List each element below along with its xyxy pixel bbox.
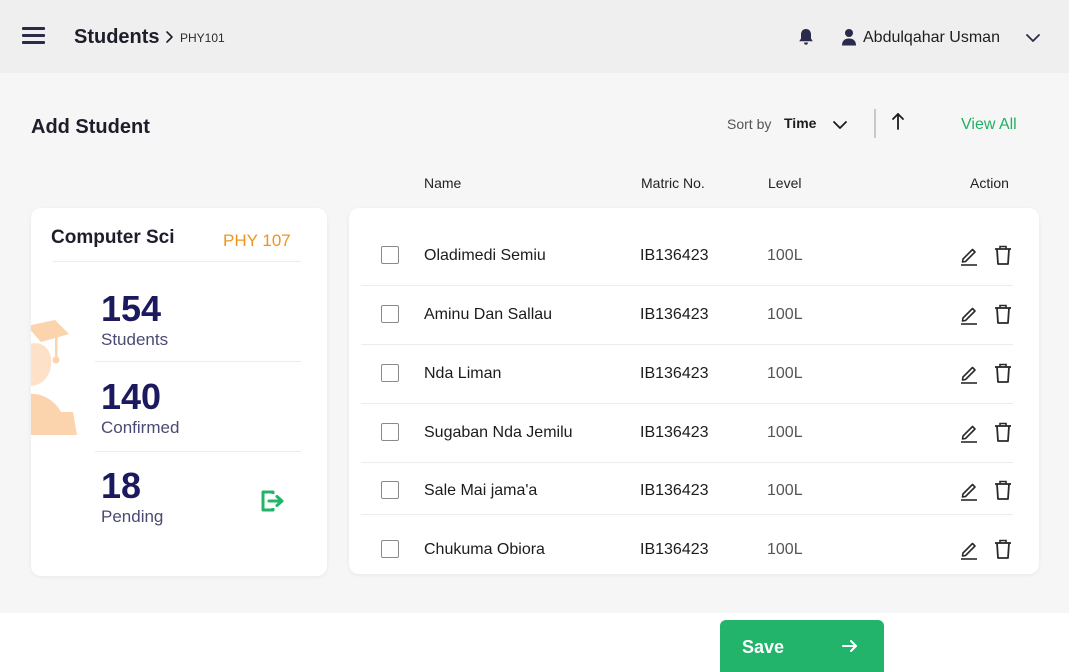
page-heading[interactable]: Students — [74, 26, 160, 49]
arrow-up-icon[interactable] — [888, 110, 908, 132]
edit-icon[interactable] — [958, 362, 980, 384]
chevron-down-icon[interactable] — [830, 117, 850, 133]
course-code: PHY 107 — [223, 231, 291, 250]
breadcrumb-course[interactable]: PHY101 — [180, 31, 225, 45]
row-checkbox[interactable] — [381, 423, 399, 441]
view-all-link[interactable]: View All — [961, 116, 1017, 134]
row-checkbox[interactable] — [381, 364, 399, 382]
page-title: Add Student — [31, 116, 150, 138]
save-button-label: Save — [742, 637, 785, 657]
student-table: Oladimedi Semiu IB136423 100L Aminu Dan … — [349, 208, 1039, 574]
matric-number: IB136423 — [640, 541, 709, 558]
matric-number: IB136423 — [640, 365, 709, 382]
divider — [53, 261, 301, 262]
divider — [361, 285, 1013, 286]
matric-number: IB136423 — [640, 482, 709, 499]
main-content: Add Student Sort by Time View All Name M… — [0, 73, 1069, 613]
column-header-matric: Matric No. — [641, 175, 705, 191]
student-level: 100L — [767, 541, 803, 558]
student-name: Chukuma Obiora — [424, 541, 545, 558]
exit-icon[interactable] — [260, 489, 286, 513]
trash-icon[interactable] — [992, 303, 1014, 325]
stat-confirmed-label: Confirmed — [101, 418, 180, 437]
chevron-right-icon — [166, 31, 173, 43]
graduate-illustration — [31, 320, 77, 435]
row-checkbox[interactable] — [381, 305, 399, 323]
edit-icon[interactable] — [958, 538, 980, 560]
student-level: 100L — [767, 247, 803, 264]
course-summary-card: Computer Sci PHY 107 154 Students 140 Co… — [31, 208, 327, 576]
row-checkbox[interactable] — [381, 246, 399, 264]
student-name: Nda Liman — [424, 365, 502, 382]
chevron-down-icon[interactable] — [1023, 30, 1043, 46]
top-bar: Students PHY101 Abdulqahar Usman — [0, 0, 1069, 73]
edit-icon[interactable] — [958, 303, 980, 325]
column-header-level: Level — [768, 175, 802, 191]
stat-pending-value: 18 — [101, 465, 142, 506]
sort-label: Sort by — [727, 116, 772, 132]
menu-icon[interactable] — [22, 27, 45, 45]
trash-icon[interactable] — [992, 362, 1014, 384]
student-level: 100L — [767, 424, 803, 441]
student-level: 100L — [767, 306, 803, 323]
column-header-name: Name — [424, 175, 462, 191]
divider — [95, 361, 301, 362]
bell-icon[interactable] — [796, 27, 816, 47]
edit-icon[interactable] — [958, 244, 980, 266]
stat-confirmed-value: 140 — [101, 376, 162, 417]
arrow-right-icon — [842, 640, 857, 652]
student-level: 100L — [767, 482, 803, 499]
column-header-action: Action — [970, 175, 1009, 191]
divider — [361, 514, 1013, 515]
student-name: Oladimedi Semiu — [424, 247, 546, 264]
divider — [874, 109, 876, 138]
student-name: Aminu Dan Sallau — [424, 306, 553, 323]
stat-students-value: 154 — [101, 288, 162, 329]
sort-select[interactable]: Time — [784, 115, 816, 131]
trash-icon[interactable] — [992, 538, 1014, 560]
student-name: Sugaban Nda Jemilu — [424, 424, 573, 441]
student-level: 100L — [767, 365, 803, 382]
table-row[interactable]: Sugaban Nda Jemilu IB136423 100L — [349, 421, 1039, 443]
table-row[interactable]: Oladimedi Semiu IB136423 100L — [349, 244, 1039, 266]
matric-number: IB136423 — [640, 306, 709, 323]
trash-icon[interactable] — [992, 244, 1014, 266]
matric-number: IB136423 — [640, 247, 709, 264]
divider — [361, 462, 1013, 463]
row-checkbox[interactable] — [381, 481, 399, 499]
trash-icon[interactable] — [992, 479, 1014, 501]
edit-icon[interactable] — [958, 421, 980, 443]
edit-icon[interactable] — [958, 479, 980, 501]
table-row[interactable]: Sale Mai jama'a IB136423 100L — [349, 479, 1039, 501]
stat-students-label: Students — [101, 330, 169, 349]
matric-number: IB136423 — [640, 424, 709, 441]
table-row[interactable]: Aminu Dan Sallau IB136423 100L — [349, 303, 1039, 325]
stat-pending-label: Pending — [101, 507, 164, 526]
table-row[interactable]: Nda Liman IB136423 100L — [349, 362, 1039, 384]
divider — [361, 344, 1013, 345]
user-name[interactable]: Abdulqahar Usman — [863, 29, 1000, 47]
row-checkbox[interactable] — [381, 540, 399, 558]
student-name: Sale Mai jama'a — [424, 482, 538, 499]
divider — [95, 451, 301, 452]
divider — [361, 403, 1013, 404]
user-icon — [842, 29, 856, 46]
course-title: Computer Sci — [51, 227, 175, 248]
save-button[interactable]: Save — [720, 620, 884, 672]
trash-icon[interactable] — [992, 421, 1014, 443]
table-row[interactable]: Chukuma Obiora IB136423 100L — [349, 538, 1039, 560]
